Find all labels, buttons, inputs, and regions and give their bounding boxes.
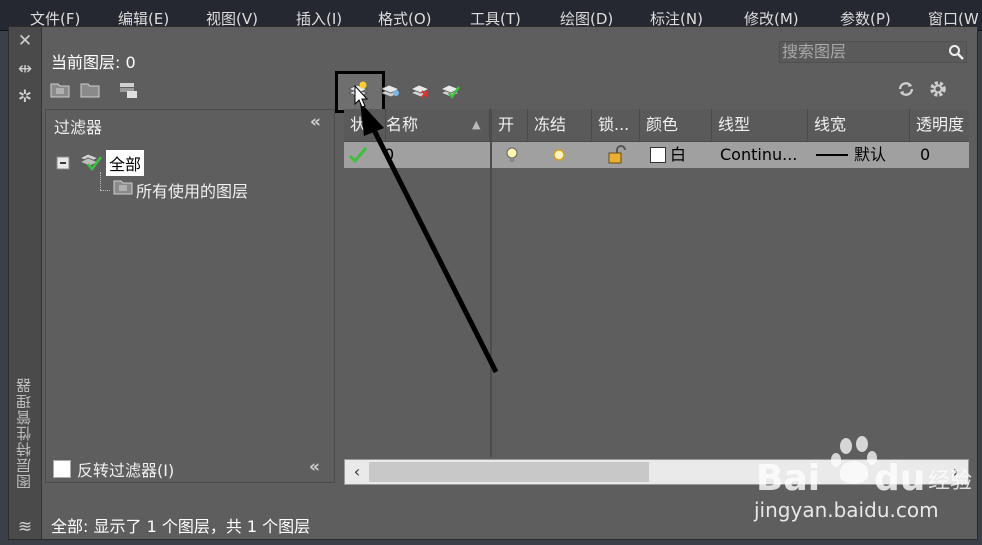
svg-text:Bai: Bai [756,458,820,499]
lightbulb-on-icon[interactable] [504,146,520,164]
tree-collapse-icon[interactable] [56,156,70,170]
watermark-url: jingyan.baidu.com [754,498,939,522]
used-layers-filter-icon [113,180,133,195]
col-lineweight[interactable]: 线宽 [808,109,910,141]
column-divider [490,109,492,457]
col-on[interactable]: 开 [492,109,528,141]
palette-title-strip[interactable]: ✕ ⇹ ✲ 图层特性管理器 ≋ [9,27,42,539]
new-layer-icon[interactable] [347,81,369,101]
filter-panel-title: 过滤器 [54,118,103,137]
tree-item-used-layers[interactable]: 所有使用的图层 [136,178,248,202]
layer-states-manager-icon[interactable] [117,79,139,99]
color-swatch[interactable] [650,147,666,163]
status-bar: 全部: 显示了 1 个图层，共 1 个图层 [51,517,311,536]
col-name-label: 名称 [386,115,419,134]
palette-title: 图层特性管理器 [15,377,33,489]
set-current-icon[interactable] [439,81,461,101]
col-transparency[interactable]: 透明度 [910,109,969,141]
tree-item-all[interactable]: 全部 [106,150,145,176]
layer-linetype[interactable]: Continu... [720,142,797,168]
invert-filter-row[interactable]: 反转过滤器(I) [53,457,174,481]
search-placeholder: 搜索图层 [782,42,847,61]
new-property-filter-icon[interactable] [49,79,71,99]
scrollbar-thumb[interactable] [369,462,649,482]
tree-connector [100,172,102,190]
all-layers-filter-icon [79,153,103,172]
properties-icon[interactable]: ✲ [15,87,35,107]
layer-row[interactable]: 0 白 Continu... 默认 0 [344,142,969,168]
current-layer-label: 当前图层: 0 [51,53,136,72]
col-linetype[interactable]: 线型 [712,109,808,141]
layer-transparency[interactable]: 0 [920,142,930,168]
layers-icon: ≋ [17,517,33,537]
col-freeze[interactable]: 冻结 [528,109,592,141]
scroll-left-icon[interactable]: ‹ [347,462,367,482]
col-lock[interactable]: 锁... [592,109,640,141]
lineweight-sample [816,154,848,156]
layer-list-view: 状 名称 ▲ 开 冻结 锁... 颜色 线型 线宽 透明度 0 白 Contin… [344,109,969,487]
svg-text:du: du [874,458,925,499]
sort-asc-icon: ▲ [472,118,481,131]
invert-filter-checkbox[interactable] [53,460,71,478]
collapse-bottom-icon[interactable]: « [309,457,320,477]
svg-text:经验: 经验 [928,469,972,494]
col-color[interactable]: 颜色 [640,109,712,141]
delete-layer-icon[interactable] [409,81,431,101]
col-name[interactable]: 名称 ▲ [380,109,490,141]
filter-tree-panel: 过滤器 « 全部 所有使用的图层 [45,109,335,483]
unlocked-padlock-icon[interactable] [606,145,628,165]
layer-lineweight[interactable]: 默认 [854,142,886,168]
new-group-filter-icon[interactable] [79,79,101,99]
invert-filter-label: 反转过滤器(I) [77,461,175,480]
new-vp-frozen-layer-icon[interactable] [379,81,401,101]
close-icon[interactable]: ✕ [15,31,35,51]
collapse-filter-icon[interactable]: « [310,112,321,132]
layer-color-name[interactable]: 白 [670,142,686,168]
sun-thawed-icon[interactable] [550,146,568,164]
layer-name[interactable]: 0 [384,142,394,168]
settings-gear-icon[interactable] [927,79,949,99]
autohide-icon[interactable]: ⇹ [15,59,35,79]
column-headers: 状 名称 ▲ 开 冻结 锁... 颜色 线型 线宽 透明度 [344,109,969,142]
current-layer-check-icon [348,147,368,164]
search-icon[interactable] [948,44,964,60]
refresh-icon[interactable] [895,79,917,99]
search-layers-input[interactable]: 搜索图层 [779,41,967,63]
tree-connector-h [100,190,110,192]
